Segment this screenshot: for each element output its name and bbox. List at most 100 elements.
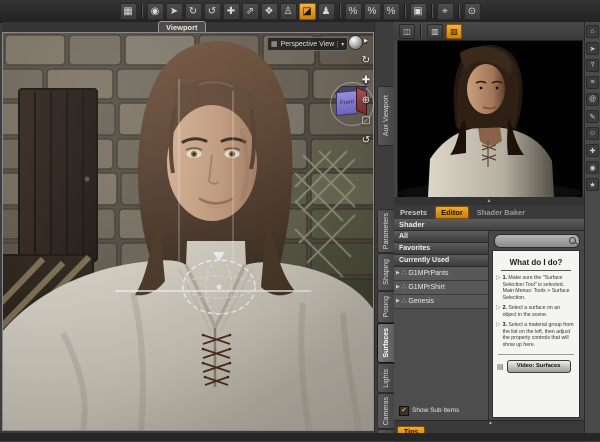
step-text: Select a surface on an object in the sce… — [502, 305, 561, 318]
show-sub-items-label: Show Sub Items — [412, 407, 460, 414]
list-icon[interactable]: ≡ — [586, 76, 599, 89]
help-step: ▷ 1. Make sure the "Surface Selection To… — [493, 275, 579, 305]
tab-posing[interactable]: Posing — [377, 291, 395, 323]
filter-currently-used[interactable]: Currently Used — [394, 255, 488, 267]
video-row: ▤ Video: Surfaces — [493, 360, 579, 373]
title-rule — [501, 270, 571, 271]
viewport-nav-toolbar: ↻ ✚ ⊕ ▢ ↺ — [358, 55, 374, 146]
material-group-icon: ∴ — [401, 298, 407, 305]
node-edit-icon[interactable]: ⌖ — [436, 2, 454, 20]
universal-tool-icon[interactable]: ❖ — [260, 2, 278, 20]
pan-view-icon[interactable]: ✚ — [362, 75, 370, 86]
dock-tab-strip: Aux Viewport Parameters Shaping Posing S… — [374, 22, 395, 441]
expander-icon[interactable]: ▶ — [396, 281, 400, 294]
scene-3d — [3, 33, 373, 430]
home-icon[interactable]: ⌂ — [586, 25, 599, 38]
aux-render-view[interactable] — [397, 40, 583, 203]
scale-tool-icon[interactable]: ⇗ — [241, 2, 259, 20]
tree-item-label: Genesis — [408, 298, 435, 305]
material-group-icon: ∴ — [401, 270, 407, 277]
expander-icon[interactable]: ▶ — [396, 267, 400, 280]
frame-view-icon[interactable]: ▢ — [361, 115, 370, 126]
surfaces-editor-panel: Presets Editor Shader Baker Shader All F… — [394, 205, 584, 442]
view-cube-front-face[interactable]: Front — [336, 89, 358, 117]
people-icon[interactable]: ☺ — [586, 127, 599, 140]
tab-shaping[interactable]: Shaping — [377, 253, 395, 291]
tab-surfaces[interactable]: Surfaces — [377, 323, 395, 363]
filter-all[interactable]: All — [394, 231, 488, 243]
select-icon[interactable]: ➤ — [586, 42, 599, 55]
scene-navigator-icon[interactable]: ◉ — [146, 2, 164, 20]
tree-item-genesis[interactable]: ▶ ∴ Genesis — [394, 295, 488, 309]
bank-view-icon[interactable]: ↻ — [362, 55, 370, 66]
camera-view-dropdown[interactable]: ▦ Perspective View ▾ — [267, 37, 349, 51]
favorites-icon[interactable]: ★ — [586, 178, 599, 191]
help-card: What do I do? ▷ 1. Make sure the "Surfac… — [492, 250, 580, 418]
tab-aux-viewport[interactable]: Aux Viewport — [377, 86, 395, 146]
render-camera-icon[interactable]: ⊙ — [463, 2, 481, 20]
toolbar-separator — [403, 4, 406, 18]
shader-brush-icon[interactable]: % — [344, 2, 362, 20]
show-sub-items-checkbox[interactable]: ✔ — [399, 405, 409, 416]
tree-item-pants[interactable]: ▶ ∴ G1MPrPants — [394, 267, 488, 281]
shader-fill-icon[interactable]: % — [382, 2, 400, 20]
orbit-view-icon[interactable]: ↺ — [362, 135, 370, 146]
tree-item-shirt[interactable]: ▶ ∴ G1MPrShirt — [394, 281, 488, 295]
tab-presets[interactable]: Presets — [400, 208, 427, 217]
figure-pose-icon[interactable]: ♙ — [279, 2, 297, 20]
shader-wipe-icon[interactable]: % — [363, 2, 381, 20]
draw-style-icon[interactable] — [348, 35, 363, 50]
video-icon: ▤ — [497, 363, 504, 371]
search-input[interactable] — [494, 234, 580, 248]
activity-strip: ⌂ ➤ ? ≡ @ ✎ ☺ ✚ ◉ ★ — [584, 22, 600, 441]
step-number: 3. — [502, 322, 507, 328]
view-grid-icon: ▦ — [271, 41, 278, 48]
translate-tool-icon[interactable]: ✚ — [222, 2, 240, 20]
tab-lights[interactable]: Lights — [377, 363, 395, 393]
aux-render-image — [398, 41, 582, 203]
cpu-render-icon[interactable]: ▥ — [427, 23, 443, 39]
add-icon[interactable]: ✚ — [586, 144, 599, 157]
toolbar-separator — [338, 4, 341, 18]
powerpose-icon[interactable]: ♟ — [317, 2, 335, 20]
tab-shader-baker[interactable]: Shader Baker — [477, 208, 525, 217]
node-select-icon[interactable]: ➤ — [165, 2, 183, 20]
video-surfaces-button[interactable]: Video: Surfaces — [506, 360, 571, 373]
bottom-splitter-arrow-icon[interactable]: ▲ — [488, 420, 493, 426]
rotate-tool-icon[interactable]: ↻ — [184, 2, 202, 20]
primitive-icon[interactable]: ▣ — [409, 2, 427, 20]
expander-icon[interactable]: ▶ — [396, 295, 400, 308]
step-number: 2. — [502, 305, 507, 311]
editor-tab-bar: Presets Editor Shader Baker — [394, 205, 584, 219]
step-bullet-icon: ▷ — [496, 275, 501, 281]
help-icon[interactable]: ? — [586, 59, 599, 72]
step-bullet-icon: ▷ — [496, 322, 501, 328]
edit-icon[interactable]: ✎ — [586, 110, 599, 123]
ipr-toggle-icon[interactable]: ▧ — [446, 23, 462, 39]
chevron-down-icon[interactable]: ▾ — [337, 40, 344, 48]
tab-editor[interactable]: Editor — [435, 205, 469, 219]
step-text: Select a material group from the list on… — [502, 322, 574, 348]
zoom-view-icon[interactable]: ⊕ — [362, 95, 370, 106]
toolbar-separator — [457, 4, 460, 18]
twist-tool-icon[interactable]: ↺ — [203, 2, 221, 20]
surface-selection-tool-icon[interactable]: ◪ — [298, 2, 316, 20]
shader-group-header[interactable]: Shader — [394, 219, 584, 231]
tab-parameters[interactable]: Parameters — [377, 209, 395, 253]
filter-favorites[interactable]: Favorites — [394, 243, 488, 255]
splitter-arrow-icon: ▲ — [486, 198, 492, 204]
panel-splitter[interactable]: ▲ — [394, 197, 584, 205]
show-sub-items-row: ✔ Show Sub Items — [394, 401, 489, 420]
tab-cameras[interactable]: Cameras — [377, 393, 395, 429]
search-icon[interactable] — [569, 237, 576, 244]
record-icon[interactable]: ◉ — [586, 161, 599, 174]
marquee-select-icon[interactable]: ▦ — [119, 2, 137, 20]
toolbar-separator — [430, 4, 433, 18]
step-number: 1. — [502, 275, 507, 281]
viewport-options-icon[interactable]: ▸ — [364, 36, 368, 45]
viewport-canvas[interactable] — [2, 32, 374, 431]
mention-icon[interactable]: @ — [586, 93, 599, 106]
aux-cameras-icon[interactable]: ◫ — [399, 23, 415, 39]
help-title: What do I do? — [509, 258, 563, 267]
toolbar-separator — [140, 4, 143, 18]
